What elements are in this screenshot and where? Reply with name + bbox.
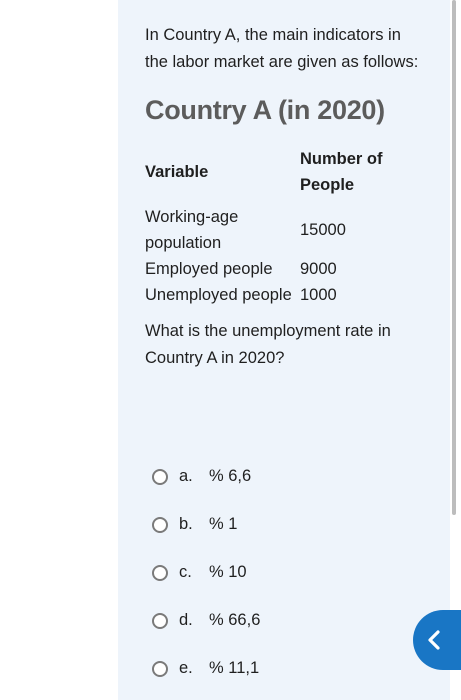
radio-button[interactable] [152,660,168,677]
radio-button[interactable] [152,612,168,629]
option-letter: d. [179,611,193,629]
option-text: % 1 [209,515,238,533]
option-letter: e. [179,659,193,677]
option-e[interactable]: e. % 11,1 [152,659,259,678]
table-cell-variable: Unemployed people [145,286,292,304]
option-d[interactable]: d. % 66,6 [152,611,260,630]
table-row: Unemployed people 1000 [145,282,410,308]
table-cell-variable: Employed people [145,260,273,278]
radio-button[interactable] [152,564,168,581]
radio-button[interactable] [152,516,168,533]
option-text: % 10 [209,563,247,581]
table-row: Employed people 9000 [145,256,410,282]
radio-button[interactable] [152,468,168,485]
option-letter: a. [179,467,193,485]
option-letter: c. [179,563,192,581]
table-cell-value: 15000 [300,221,346,239]
chevron-left-icon [428,630,440,650]
table-title: Country A (in 2020) [145,95,385,125]
table-cell-variable: Working-age population [145,208,239,252]
question-intro: In Country A, the main indicators in the… [145,26,419,71]
question-prompt: What is the unemployment rate in Country… [145,322,391,367]
table-cell-value: 1000 [300,286,337,304]
option-text: % 6,6 [209,467,252,485]
option-c[interactable]: c. % 10 [152,563,247,582]
option-text: % 66,6 [209,611,261,629]
table-header-variable: Variable [145,163,209,181]
option-a[interactable]: a. % 6,6 [152,467,251,486]
scrollbar[interactable] [452,0,456,515]
indicator-table: Variable Number of People Working-age po… [145,146,410,308]
table-header-number: Number of People [300,150,383,194]
option-b[interactable]: b. % 1 [152,515,237,534]
question-content: In Country A, the main indicators in the… [145,22,425,371]
option-text: % 11,1 [209,659,260,677]
table-row: Working-age population 15000 [145,204,410,256]
option-letter: b. [179,515,193,533]
table-header-row: Variable Number of People [145,146,410,204]
table-cell-value: 9000 [300,260,337,278]
